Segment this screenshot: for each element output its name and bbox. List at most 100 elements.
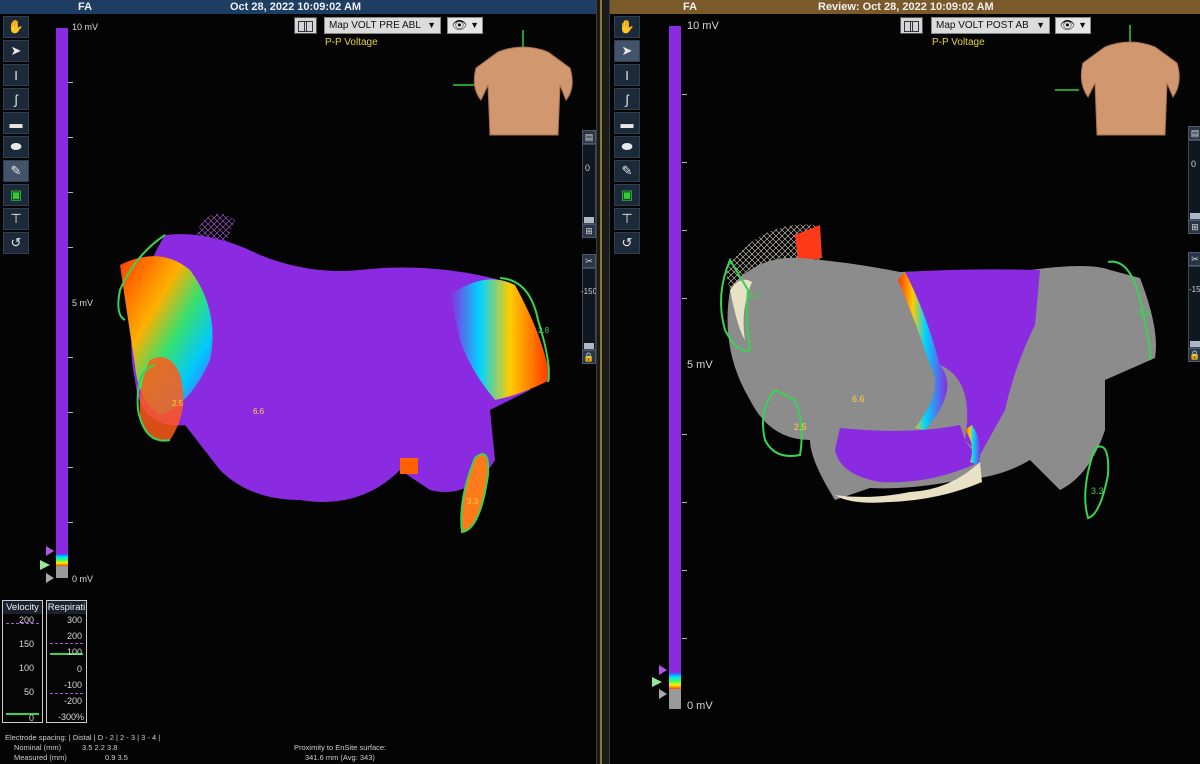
lower-threshold-handle-right[interactable] <box>659 689 667 699</box>
respiration-title: Respirati <box>47 601 86 614</box>
scale-max-label: 10 mV <box>72 22 99 32</box>
left-label-d: 3.3 <box>467 497 479 506</box>
cursor-text-icon[interactable]: I <box>3 64 29 86</box>
velocity-tick-5: 0 <box>28 713 34 723</box>
velocity-tick-3: 100 <box>18 663 34 673</box>
voltage-scale-bar <box>56 28 68 578</box>
torso-orientation-icon[interactable] <box>448 30 588 140</box>
velocity-tick-2: 150 <box>18 639 34 649</box>
right-voltage-map-model[interactable]: 2.3 2.8 6.6 2.5 3.3 <box>710 200 1190 530</box>
resp-tick-3: 100 <box>66 647 82 657</box>
map-select-right[interactable]: Map VOLT POST AB ▼ <box>931 17 1050 34</box>
right-label-a: 2.3 <box>747 290 760 300</box>
left-label-a: 2.8 <box>538 326 550 335</box>
resp-tick-5: -100 <box>63 680 82 690</box>
right-toolbar: ✋ ➤ I ∫ ▬ ⬬ ✎ ▣ ⊤ ↺ <box>614 16 640 256</box>
scissors-icon[interactable]: ✂ <box>1188 252 1200 266</box>
layer-icon[interactable]: ▣ <box>614 184 640 206</box>
curve-icon[interactable]: ∫ <box>614 88 640 110</box>
brush-icon[interactable]: ✎ <box>3 160 29 182</box>
ruler-icon[interactable]: ▬ <box>614 112 640 134</box>
left-header-date: Oct 28, 2022 10:09:02 AM <box>230 1 362 13</box>
left-voltage-map-model[interactable]: 2.8 2.5 6.6 3.3 <box>100 200 570 550</box>
scale-min-label-right: 0 mV <box>687 700 713 712</box>
brush-icon[interactable]: ✎ <box>614 160 640 182</box>
velocity-tick-4: 50 <box>23 687 34 697</box>
left-slider-upper-value: 0 <box>585 163 591 173</box>
right-slider-lower-value: -15 <box>1189 285 1200 294</box>
left-clip-slider[interactable]: ✂ -150 🔒 <box>581 254 596 364</box>
right-map-pane[interactable]: FA Review: Oct 28, 2022 10:09:02 AM ✋ ➤ … <box>610 0 1200 764</box>
catheter-icon[interactable]: ↺ <box>3 232 29 254</box>
right-label-c: 6.6 <box>852 394 865 404</box>
scale-max-label-right: 10 mV <box>687 20 719 32</box>
current-threshold-handle[interactable] <box>40 560 50 570</box>
slider-pin-icon[interactable]: ⊞ <box>582 224 596 238</box>
cursor-text-icon[interactable]: I <box>614 64 640 86</box>
ellipse-icon[interactable]: ⬬ <box>614 136 640 158</box>
ruler-icon[interactable]: ▬ <box>3 112 29 134</box>
right-header-label: FA <box>683 1 698 13</box>
right-clip-slider[interactable]: ✂ -15 🔒 <box>1188 252 1200 362</box>
proximity-value: 341.6 mm (Avg: 343) <box>305 753 375 762</box>
upper-threshold-handle[interactable] <box>46 546 54 556</box>
hand-icon[interactable]: ✋ <box>614 16 640 38</box>
map-subtitle: P-P Voltage <box>325 37 378 48</box>
right-title-bar: FA Review: Oct 28, 2022 10:09:02 AM <box>610 0 1200 14</box>
nominal-label: Nominal (mm) <box>14 743 62 752</box>
resp-tick-4: 0 <box>76 664 82 674</box>
left-map-pane[interactable]: FA Oct 28, 2022 10:09:02 AM ✋ ➤ I ∫ ▬ ⬬ … <box>0 0 596 764</box>
electrode-spacing-header: Electrode spacing: | Distal | D - 2 | 2 … <box>5 733 161 742</box>
scissors-icon[interactable]: ✂ <box>582 254 596 268</box>
velocity-title: Velocity <box>3 601 42 614</box>
ellipse-icon[interactable]: ⬬ <box>3 136 29 158</box>
right-header-date: Review: Oct 28, 2022 10:09:02 AM <box>818 1 994 13</box>
scale-mid-label: 5 mV <box>72 298 94 308</box>
left-label-b: 2.5 <box>172 399 184 408</box>
current-threshold-handle-right[interactable] <box>652 677 662 687</box>
map-select[interactable]: Map VOLT PRE ABL ▼ <box>324 17 441 34</box>
stamp-icon[interactable]: ⊤ <box>614 208 640 230</box>
pointer-icon[interactable]: ➤ <box>614 40 640 62</box>
lower-threshold-handle[interactable] <box>46 573 54 583</box>
left-view-slider[interactable]: ▤ 0 ⊞ <box>582 130 596 238</box>
resp-tick-7: -300% <box>57 712 84 722</box>
proximity-label: Proximity to EnSite surface: <box>294 743 387 752</box>
map-select-value: Map VOLT PRE ABL <box>329 20 421 31</box>
right-label-b: 2.8 <box>1138 308 1151 318</box>
left-slider-lower-value: -150 <box>581 287 596 296</box>
left-header-label: FA <box>78 1 93 13</box>
pane-divider[interactable] <box>596 0 610 764</box>
catheter-icon[interactable]: ↺ <box>614 232 640 254</box>
resp-tick-6: -200 <box>63 696 82 706</box>
left-label-c: 6.6 <box>253 407 265 416</box>
slider-top-icon[interactable]: ▤ <box>1188 126 1200 140</box>
measured-values: 0.9 3.5 <box>105 753 128 762</box>
slider-top-icon[interactable]: ▤ <box>582 130 596 144</box>
respiration-panel: Respirati 300 200 100 0 -100 -200 -300% <box>46 600 87 723</box>
velocity-panel: Velocity 200 150 100 50 0 <box>2 600 43 723</box>
curve-icon[interactable]: ∫ <box>3 88 29 110</box>
resp-tick-2: 200 <box>66 631 82 641</box>
hand-icon[interactable]: ✋ <box>3 16 29 38</box>
lock-icon[interactable]: 🔒 <box>1188 348 1200 362</box>
velocity-tick-1: 200 <box>18 615 34 625</box>
slider-pin-icon[interactable]: ⊞ <box>1188 220 1200 234</box>
right-slider-upper-value: 0 <box>1191 159 1197 169</box>
left-title-bar: FA Oct 28, 2022 10:09:02 AM <box>0 0 596 14</box>
pointer-icon[interactable]: ➤ <box>3 40 29 62</box>
layer-icon[interactable]: ▣ <box>3 184 29 206</box>
voltage-scale-bar-right <box>669 26 681 709</box>
scale-min-label: 0 mV <box>72 574 94 584</box>
torso-orientation-icon-right[interactable] <box>1055 25 1195 140</box>
stamp-icon[interactable]: ⊤ <box>3 208 29 230</box>
map-subtitle-right: P-P Voltage <box>932 37 985 48</box>
upper-threshold-handle-right[interactable] <box>659 665 667 675</box>
map-select-value-right: Map VOLT POST AB <box>936 20 1029 31</box>
lock-icon[interactable]: 🔒 <box>582 350 596 364</box>
layout-toggle-button-right[interactable] <box>900 17 923 34</box>
layout-toggle-button[interactable] <box>294 17 317 34</box>
right-view-slider[interactable]: ▤ 0 ⊞ <box>1188 126 1200 234</box>
resp-tick-1: 300 <box>66 615 82 625</box>
scale-mid-label-right: 5 mV <box>687 359 713 371</box>
